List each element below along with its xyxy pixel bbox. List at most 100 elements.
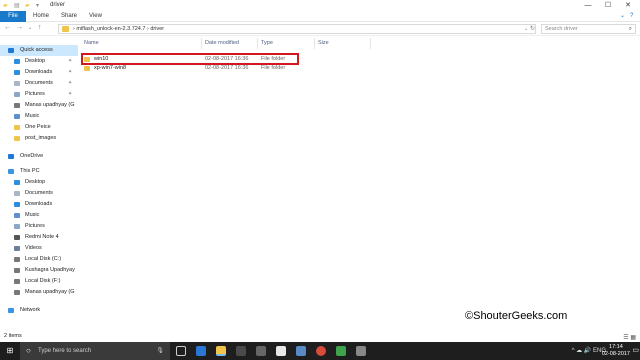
pin-icon[interactable]: ✦ bbox=[68, 89, 72, 100]
nav-item-pictures[interactable]: Pictures ✦ bbox=[0, 89, 78, 100]
column-divider[interactable] bbox=[370, 38, 371, 49]
clock-time: 17:14 bbox=[609, 344, 623, 350]
nav-item-local-disk-f[interactable]: Local Disk (F:) bbox=[0, 276, 78, 287]
nav-item-pc-downloads[interactable]: Downloads bbox=[0, 199, 78, 210]
nav-item-manas-drive-g[interactable]: Manas upadhyay (G bbox=[0, 287, 78, 298]
nav-item-desktop[interactable]: Desktop ✦ bbox=[0, 56, 78, 67]
drive-icon bbox=[14, 279, 20, 284]
file-type: File folder bbox=[261, 65, 286, 71]
help-icon[interactable]: ? bbox=[630, 11, 633, 22]
edge-icon[interactable] bbox=[196, 346, 206, 356]
large-icons-view-icon[interactable]: ▦ bbox=[630, 335, 636, 341]
nav-item-quick-access[interactable]: Quick access bbox=[0, 45, 78, 56]
nav-item-redmi-note-4[interactable]: Redmi Note 4 bbox=[0, 232, 78, 243]
pin-icon[interactable]: ✦ bbox=[68, 67, 72, 78]
nav-item-network[interactable]: Network bbox=[0, 305, 78, 316]
windows-start-icon[interactable]: ⊞ bbox=[0, 342, 20, 360]
app-icon[interactable] bbox=[276, 346, 286, 356]
column-header-type[interactable]: Type bbox=[261, 40, 273, 46]
column-divider[interactable] bbox=[201, 38, 202, 49]
address-row: ← → ⌄ ↑ › miflash_unlock-en-2.3.724.7 › … bbox=[0, 22, 640, 36]
address-dropdown-icon[interactable]: ⌄ bbox=[524, 26, 528, 32]
taskbar-search-placeholder: Type here to search bbox=[38, 348, 92, 354]
refresh-icon[interactable]: ↻ bbox=[530, 25, 535, 32]
store-icon[interactable] bbox=[236, 346, 246, 356]
nav-item-local-disk-c[interactable]: Local Disk (C:) bbox=[0, 254, 78, 265]
tab-view[interactable]: View bbox=[89, 11, 102, 22]
file-explorer-icon[interactable] bbox=[216, 346, 226, 356]
nav-item-kushagra-drive[interactable]: Kushagra Upadhyay bbox=[0, 265, 78, 276]
nav-item-manas-drive[interactable]: Manas upadhyay (G bbox=[0, 100, 78, 111]
nav-item-videos[interactable]: Videos bbox=[0, 243, 78, 254]
desktop-icon bbox=[14, 180, 20, 185]
cloud-icon bbox=[8, 154, 14, 159]
column-header-date-modified[interactable]: Date modified bbox=[205, 40, 239, 46]
details-view-icon[interactable]: ☰ bbox=[623, 335, 628, 341]
nav-item-pc-documents[interactable]: Documents bbox=[0, 188, 78, 199]
status-bar: 2 items ☰ ▦ bbox=[0, 330, 640, 342]
watermark: ©ShouterGeeks.com bbox=[465, 310, 568, 322]
taskbar-search-box[interactable]: ○ Type here to search 🎙 bbox=[20, 342, 170, 360]
nav-item-pc-desktop[interactable]: Desktop bbox=[0, 177, 78, 188]
tab-share[interactable]: Share bbox=[61, 11, 77, 22]
up-arrow-icon[interactable]: ↑ bbox=[38, 24, 42, 31]
tab-home[interactable]: Home bbox=[33, 11, 49, 22]
chrome-icon[interactable] bbox=[316, 346, 326, 356]
app-icon[interactable] bbox=[356, 346, 366, 356]
pictures-icon bbox=[14, 92, 20, 97]
file-tab[interactable]: File bbox=[0, 11, 26, 22]
folder-icon bbox=[14, 125, 20, 130]
window-title: driver bbox=[50, 2, 66, 8]
search-input[interactable]: Search driver ⌕ bbox=[541, 24, 636, 34]
forward-arrow-icon[interactable]: → bbox=[16, 24, 23, 31]
nav-item-this-pc[interactable]: This PC bbox=[0, 166, 78, 177]
app-icon[interactable] bbox=[296, 346, 306, 356]
new-folder-icon[interactable]: ▰ bbox=[25, 2, 30, 9]
column-divider[interactable] bbox=[257, 38, 258, 49]
system-tray[interactable]: ^ ☁ 🔊 ENG bbox=[572, 342, 606, 360]
column-divider[interactable] bbox=[314, 38, 315, 49]
address-bar[interactable]: › miflash_unlock-en-2.3.724.7 › driver bbox=[58, 24, 536, 34]
properties-icon[interactable]: ▤ bbox=[14, 2, 20, 9]
address-path: › miflash_unlock-en-2.3.724.7 › driver bbox=[73, 26, 165, 32]
music-icon bbox=[14, 213, 20, 218]
desktop-icon bbox=[14, 59, 20, 64]
column-header-size[interactable]: Size bbox=[318, 40, 329, 46]
minimize-button[interactable]: — bbox=[578, 0, 598, 11]
star-icon bbox=[8, 48, 14, 53]
download-icon bbox=[14, 70, 20, 75]
table-row[interactable]: xp-win7-win8 02-08-2017 16:36 File folde… bbox=[80, 64, 480, 73]
column-header-name[interactable]: Name bbox=[84, 40, 99, 46]
mail-icon[interactable] bbox=[256, 346, 266, 356]
documents-icon bbox=[14, 81, 20, 86]
taskbar: ⊞ ○ Type here to search 🎙 ^ ☁ 🔊 ENG 17:1… bbox=[0, 342, 640, 360]
expand-ribbon-icon[interactable]: ⌄ bbox=[620, 11, 625, 22]
nav-item-pc-pictures[interactable]: Pictures bbox=[0, 221, 78, 232]
nav-item-pc-music[interactable]: Music bbox=[0, 210, 78, 221]
nav-item-post-images[interactable]: post_images bbox=[0, 133, 78, 144]
nav-item-downloads[interactable]: Downloads ✦ bbox=[0, 67, 78, 78]
file-name: xp-win7-win8 bbox=[94, 65, 127, 71]
customize-quick-access-icon[interactable]: ▾ bbox=[36, 2, 39, 9]
pin-icon[interactable]: ✦ bbox=[68, 78, 72, 89]
maximize-button[interactable]: ☐ bbox=[598, 0, 618, 11]
pictures-icon bbox=[14, 224, 20, 229]
microphone-icon[interactable]: 🎙 bbox=[156, 342, 164, 360]
pin-icon[interactable]: ✦ bbox=[68, 56, 72, 67]
ribbon: File Home Share View ⌄ ? bbox=[0, 11, 640, 22]
clock[interactable]: 17:14 02-08-2017 bbox=[602, 344, 630, 358]
folder-icon bbox=[84, 66, 90, 71]
app-icon[interactable] bbox=[336, 346, 346, 356]
nav-item-documents[interactable]: Documents ✦ bbox=[0, 78, 78, 89]
action-center-icon[interactable]: ▭ bbox=[632, 346, 639, 354]
back-arrow-icon[interactable]: ← bbox=[4, 24, 11, 31]
nav-item-one-peice[interactable]: One Peice bbox=[0, 122, 78, 133]
task-view-icon[interactable] bbox=[176, 346, 186, 356]
documents-icon bbox=[14, 191, 20, 196]
nav-item-onedrive[interactable]: OneDrive bbox=[0, 151, 78, 162]
recent-locations-icon[interactable]: ⌄ bbox=[28, 25, 32, 31]
nav-item-music[interactable]: Music bbox=[0, 111, 78, 122]
close-button[interactable]: ✕ bbox=[618, 0, 638, 11]
drive-icon bbox=[14, 103, 20, 108]
folder-icon: ▰ bbox=[3, 3, 8, 9]
